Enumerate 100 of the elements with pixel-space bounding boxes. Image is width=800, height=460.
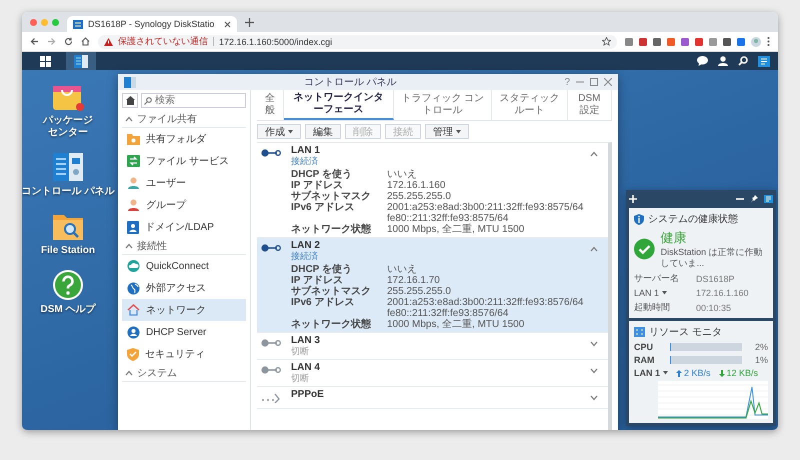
user-icon[interactable]	[718, 56, 728, 66]
section-header[interactable]: ファイル共有	[122, 111, 246, 128]
desktop-icon-label[interactable]: DSM ヘルプ	[40, 304, 96, 316]
interface-panel[interactable]: LAN 3 切断	[257, 333, 608, 360]
new-tab-icon[interactable]	[245, 18, 254, 26]
taskbar-app-button[interactable]	[66, 52, 96, 70]
sidebar-item[interactable]: ネットワーク	[122, 299, 246, 321]
sidebar-item[interactable]: ドメイン/LDAP	[122, 216, 246, 238]
chevron-icon[interactable]	[125, 370, 133, 376]
interface-status: 切断	[291, 346, 310, 357]
chevron-icon[interactable]	[590, 341, 598, 347]
interface-name: PPPoE	[291, 389, 325, 400]
reload-icon[interactable]	[64, 37, 73, 46]
info-label: サーバー名	[634, 272, 679, 285]
sidebar-item[interactable]: 共有フォルダ	[122, 128, 246, 150]
person-icon	[127, 177, 140, 189]
toolbar-button[interactable]: 編集	[305, 124, 341, 139]
interface-panel[interactable]: PPPoE	[257, 387, 608, 409]
pin-icon[interactable]	[750, 195, 758, 203]
url-text: 172.16.1.160:5000/index.cgi	[219, 36, 334, 46]
info-label: 起動時間	[634, 301, 670, 314]
info-value: DS1618P	[696, 274, 736, 284]
info-icon	[634, 214, 644, 224]
detail-label: サブネットマスク	[291, 191, 372, 202]
shield-icon	[127, 348, 139, 360]
search-field[interactable]: 検索	[141, 93, 246, 108]
detail-label: ネットワーク状態	[291, 224, 372, 235]
tab[interactable]: スタティックルート	[492, 90, 568, 120]
interface-panel[interactable]: LAN 2 接続済 DHCP を使う いいえ IP アドレス 172.16.1.70 サブネットマスク 255.255.255.0 IPv6 アドレス 2001:a253:e8ad:3b00:211:32ff:fe93:8576/64 fe80::211:32ff:fe93:8576/64 ネットワーク状態 1000 Mbps, 全二重, MTU 1500	[257, 238, 608, 333]
interface-panel[interactable]: LAN 4 切断	[257, 360, 608, 387]
sidebar-item[interactable]: セキュリティ	[122, 343, 246, 365]
chevron-icon[interactable]	[590, 368, 598, 374]
back-icon[interactable]	[30, 37, 39, 46]
section-header[interactable]: システム	[122, 365, 246, 382]
sidebar-item[interactable]: グループ	[122, 194, 246, 216]
detail-label: ネットワーク状態	[291, 319, 372, 330]
toolbar-button[interactable]: 管理	[425, 124, 469, 139]
maximize-icon[interactable]	[590, 78, 598, 86]
desktop-icon-label[interactable]: コントロール パネル	[22, 186, 114, 198]
close-icon[interactable]	[604, 78, 612, 86]
tab[interactable]: ネットワークインターフェース	[284, 90, 394, 120]
sidebar-item[interactable]: DHCP Server	[122, 321, 246, 343]
chat-icon[interactable]	[697, 56, 708, 66]
browser-tab[interactable]: DS1618P - Synology DiskStatio	[67, 16, 237, 32]
download-rate: 12 KB/s	[726, 368, 758, 378]
desktop-icon-label[interactable]: パッケージ センター	[43, 115, 93, 139]
detail-value: 172.16.1.160	[387, 180, 446, 191]
health-status: 健康	[660, 229, 688, 247]
interface-name: LAN 1	[291, 145, 321, 156]
nas-icon	[73, 20, 83, 28]
arrows-icon	[127, 155, 140, 167]
globe-icon	[127, 282, 140, 294]
info-value: 172.16.1.160	[696, 288, 750, 298]
chevron-icon[interactable]	[125, 116, 133, 122]
detail-label: IP アドレス	[291, 275, 344, 286]
chevron-icon[interactable]	[590, 151, 598, 157]
address-bar[interactable]: 保護されていない通信 172.16.1.160:5000/index.cgi	[98, 34, 617, 48]
chevron-icon[interactable]	[590, 246, 598, 252]
meter-reading: 2%	[754, 342, 768, 352]
close-icon[interactable]	[224, 20, 231, 28]
widget-title: リソース モニタ	[649, 326, 722, 339]
info-value: 00:10:35	[696, 302, 732, 312]
detail-value: 2001:a253:e8ad:3b00:211:32ff:fe93:8576/64	[387, 297, 584, 308]
desktop-icon-label[interactable]: File Station	[41, 245, 95, 257]
detail-value: fe80::211:32ff:fe93:8575/64	[387, 213, 510, 224]
folder-icon	[127, 133, 140, 145]
close-button[interactable]	[30, 18, 37, 26]
forward-icon[interactable]	[47, 37, 56, 46]
widgets-icon[interactable]	[758, 56, 770, 66]
home-button[interactable]	[122, 93, 138, 108]
interface-name: LAN 2	[291, 240, 321, 251]
help-icon[interactable]	[52, 269, 84, 301]
tab[interactable]: トラフィック コントロール	[394, 90, 492, 120]
window-title: コントロール パネル	[302, 76, 398, 89]
tab[interactable]: 全般	[257, 90, 284, 120]
sidebar-item[interactable]: 外部アクセス	[122, 277, 246, 299]
avatar-icon[interactable]	[751, 36, 761, 46]
toolbar-button[interactable]: 作成	[257, 124, 301, 139]
tab[interactable]: DSM 設定	[568, 90, 612, 120]
detail-value: 255.255.255.0	[387, 286, 452, 297]
sidebar-item[interactable]: QuickConnect	[122, 255, 246, 277]
chevron-icon[interactable]	[590, 395, 598, 401]
section-header[interactable]: 接続性	[122, 238, 246, 255]
menu-icon[interactable]	[767, 37, 770, 46]
detail-label: IP アドレス	[291, 180, 344, 191]
search-icon[interactable]	[738, 56, 748, 66]
interface-status: 接続済	[291, 156, 319, 167]
security-warning: 保護されていない通信	[118, 35, 208, 48]
add-icon[interactable]	[629, 195, 637, 203]
id-card-icon	[127, 220, 139, 234]
star-icon[interactable]	[602, 37, 611, 46]
chevron-icon[interactable]	[125, 243, 133, 249]
control-panel-icon[interactable]	[51, 151, 85, 183]
sidebar-item[interactable]: ユーザー	[122, 172, 246, 194]
cloud-icon	[127, 260, 140, 272]
meter-reading: 1%	[754, 355, 768, 365]
sidebar-item[interactable]: ファイル サービス	[122, 150, 246, 172]
home-icon[interactable]	[81, 37, 90, 46]
minimize-icon[interactable]	[736, 195, 744, 203]
health-message: DiskStation は正常に作動していま...	[660, 247, 764, 269]
